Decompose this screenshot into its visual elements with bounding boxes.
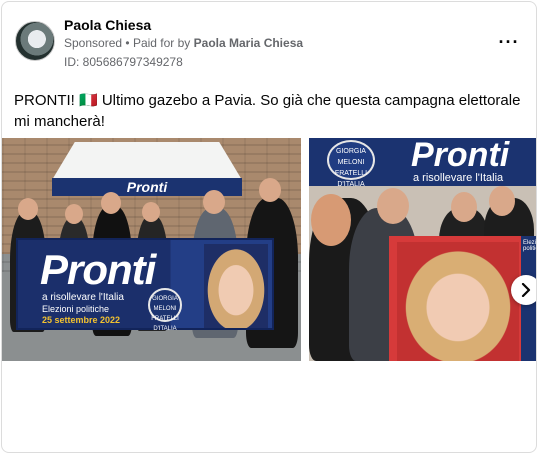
party-logo: GIORGIA MELONI FRATELLI D'ITALIA bbox=[327, 140, 375, 188]
campaign-banner: Pronti a risollevare l'Italia Elezioni p… bbox=[16, 238, 274, 332]
person-head bbox=[377, 188, 409, 224]
more-options-icon: ··· bbox=[498, 31, 520, 52]
ad-card: Paola Chiesa Sponsored • Paid for by Pao… bbox=[1, 1, 537, 453]
post-caption: PRONTI! 🇮🇹 Ultimo gazebo a Pavia. So già… bbox=[14, 92, 521, 130]
candidate-portrait bbox=[204, 244, 268, 328]
person-head bbox=[65, 204, 83, 224]
avatar[interactable] bbox=[15, 21, 55, 61]
banner-election: Elezioni politiche bbox=[42, 304, 110, 314]
banner-subtitle: a risollevare l'Italia bbox=[42, 292, 124, 303]
chevron-right-icon bbox=[521, 283, 531, 297]
carousel-next-button[interactable] bbox=[511, 275, 536, 305]
candidate-poster bbox=[389, 236, 527, 361]
side-banner-text: Elezioni politiche bbox=[523, 240, 537, 252]
banner-subtitle: a risollevare l'Italia bbox=[413, 172, 504, 184]
person-head bbox=[311, 194, 351, 246]
carousel-image-2[interactable]: GIORGIA MELONI FRATELLI D'ITALIA Pronti … bbox=[309, 138, 537, 361]
person-head bbox=[451, 192, 477, 222]
person-head bbox=[203, 190, 225, 214]
author-name[interactable]: Paola Chiesa bbox=[64, 17, 151, 33]
banner-title: Pronti bbox=[40, 246, 156, 293]
carousel-image-1[interactable]: Pronti Pronti a risollevare l'Italia Ele… bbox=[2, 138, 301, 361]
gazebo-tent bbox=[52, 142, 242, 180]
party-logo: GIORGIA MELONI FRATELLI D'ITALIA bbox=[148, 288, 182, 332]
banner-date: 25 settembre 2022 bbox=[42, 315, 121, 325]
paid-for-name: Paola Maria Chiesa bbox=[193, 36, 304, 50]
top-banner: GIORGIA MELONI FRATELLI D'ITALIA Pronti … bbox=[309, 138, 536, 188]
sponsored-label: Sponsored bbox=[64, 36, 123, 50]
candidate-portrait bbox=[397, 242, 519, 361]
library-id: ID: 805686797349278 bbox=[64, 55, 183, 69]
person-head bbox=[101, 192, 121, 214]
person-head bbox=[259, 178, 281, 202]
person-head bbox=[489, 186, 515, 216]
separator: • bbox=[125, 36, 130, 50]
banner-title: Pronti bbox=[411, 138, 510, 174]
more-options-button[interactable]: ··· bbox=[494, 30, 524, 54]
sponsored-line: Sponsored • Paid for by Paola Maria Chie… bbox=[64, 36, 303, 50]
person-head bbox=[18, 198, 38, 220]
paid-for-prefix: Paid for by bbox=[132, 36, 191, 50]
person-head bbox=[142, 202, 160, 222]
